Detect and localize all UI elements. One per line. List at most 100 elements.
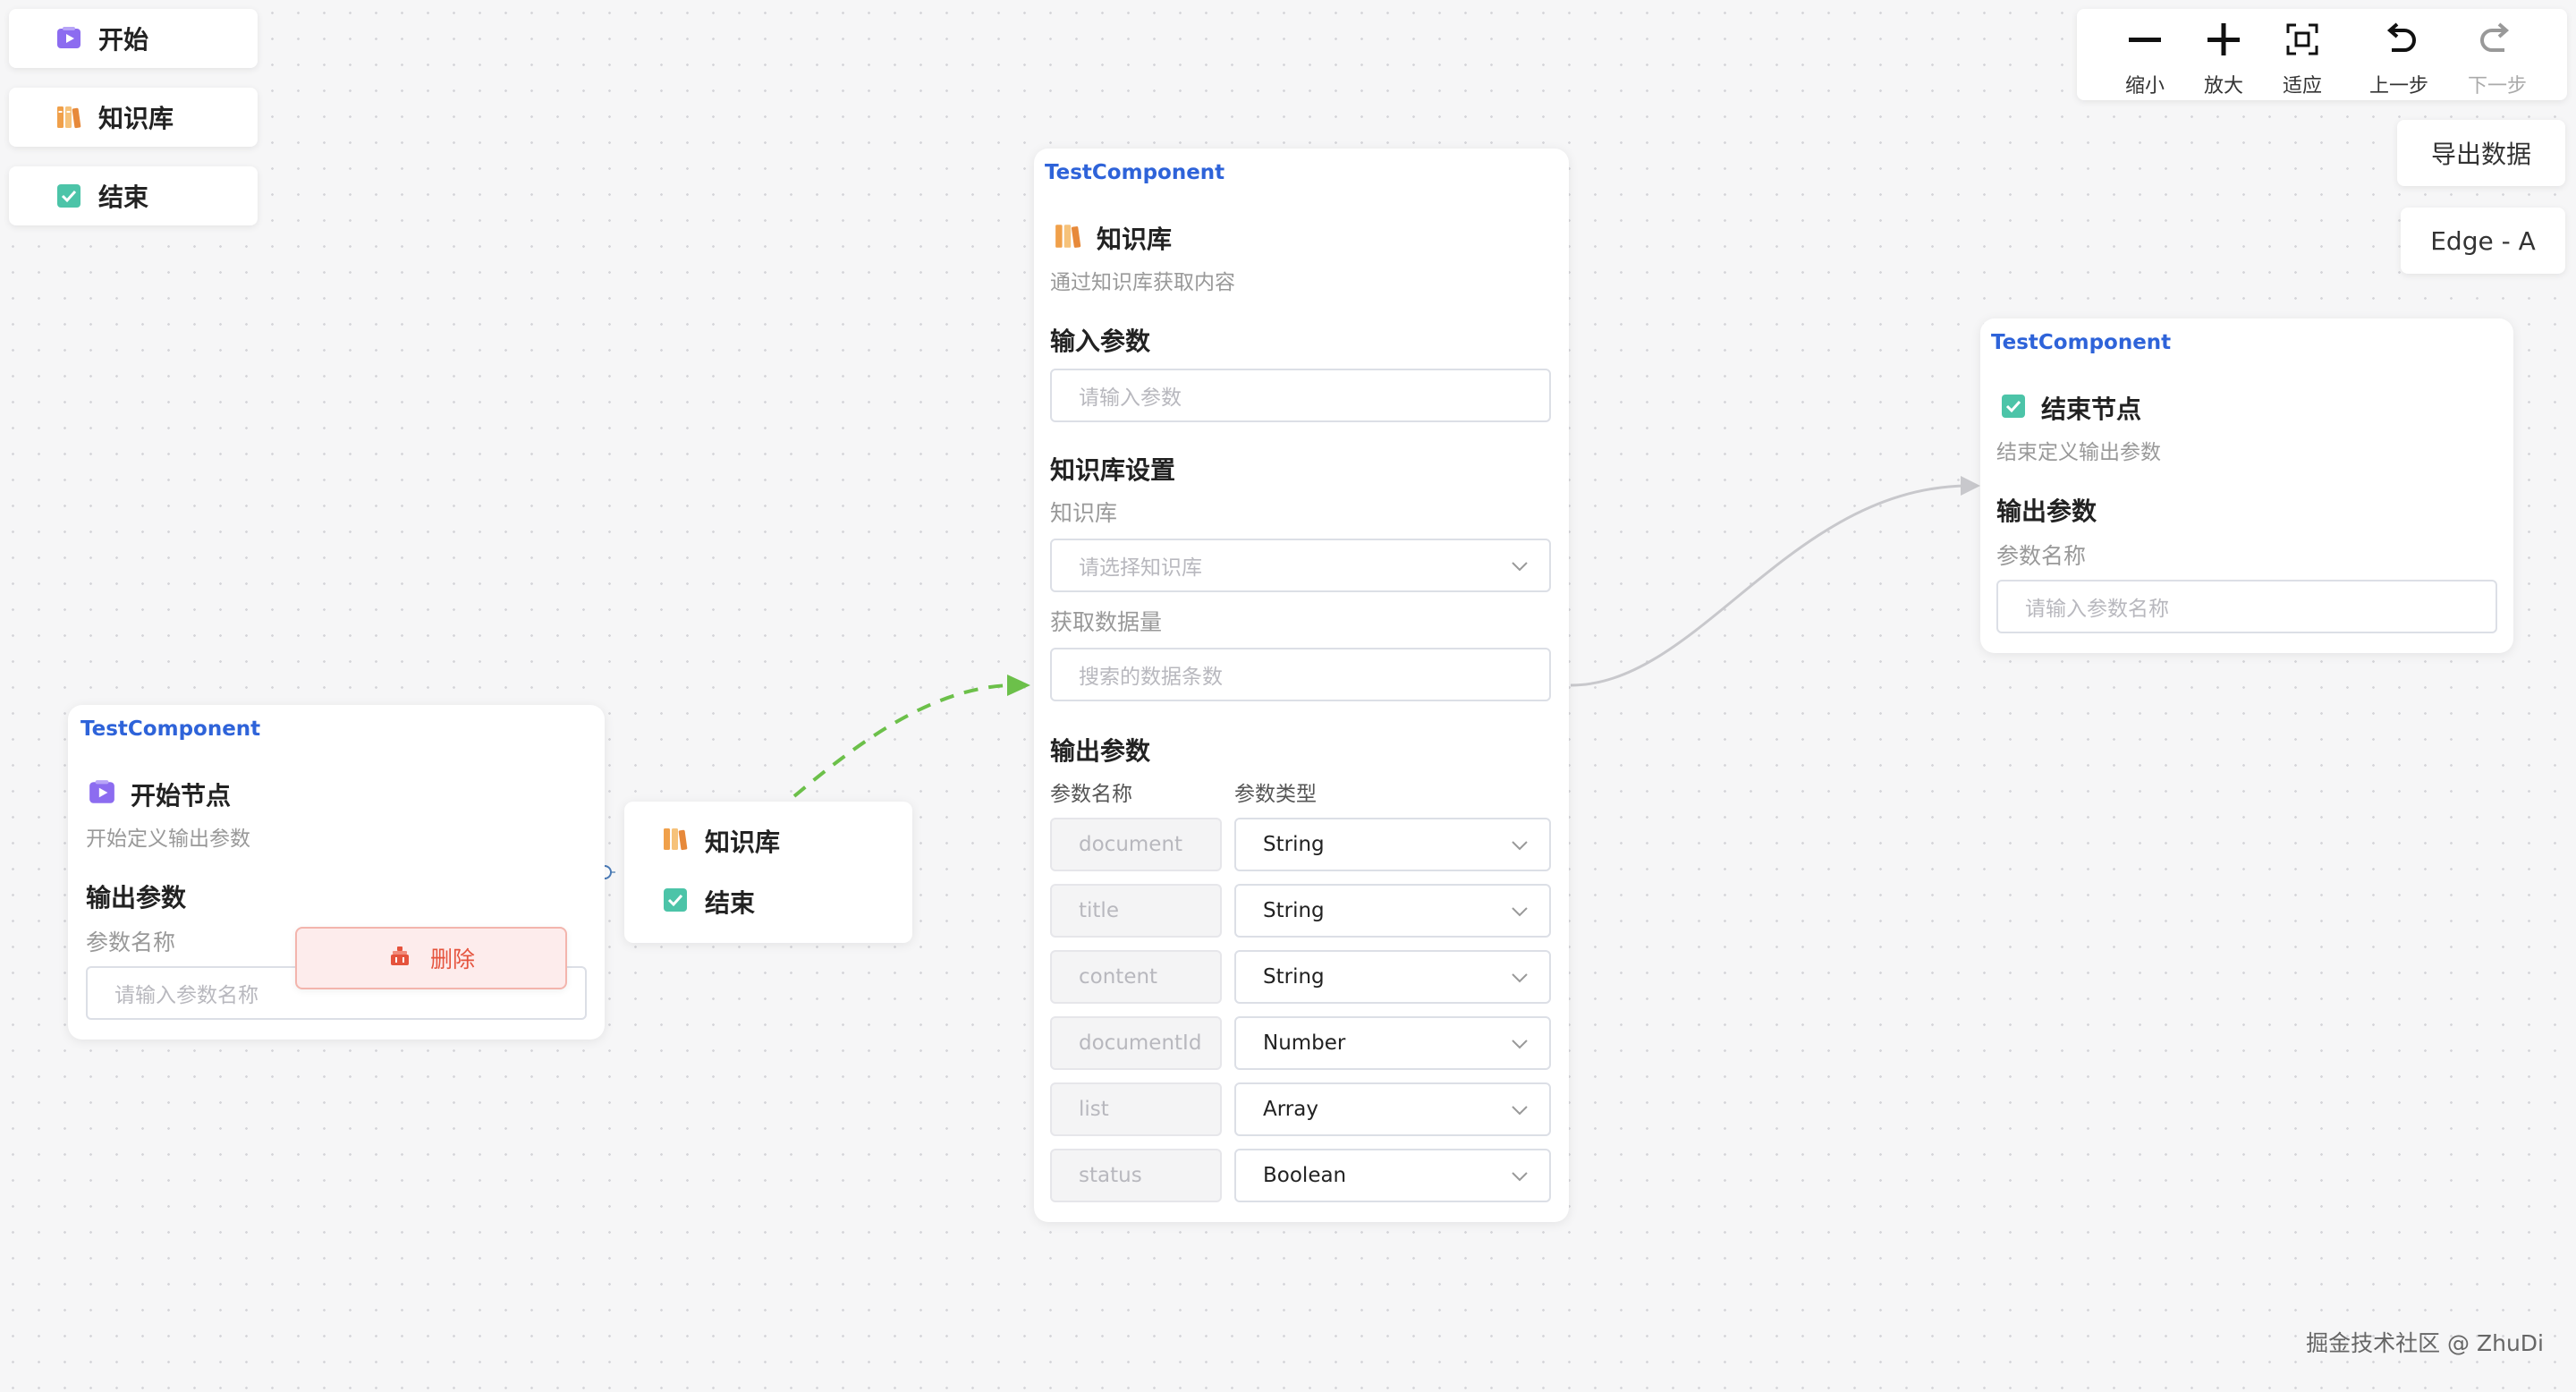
section-heading: 输出参数 xyxy=(1996,497,2097,526)
fit-view-icon xyxy=(2284,21,2320,57)
settings-section-heading: 知识库设置 xyxy=(1050,455,1176,485)
redo-button[interactable]: 下一步 xyxy=(2453,9,2542,100)
delete-label: 删除 xyxy=(429,946,475,972)
section-heading: 输出参数 xyxy=(86,883,187,912)
param-type-select[interactable]: String xyxy=(1234,818,1551,871)
zoom-out-label: 缩小 xyxy=(2124,75,2165,98)
watermark: 掘金技术社区 @ ZhuDi xyxy=(2306,1330,2544,1356)
count-label: 获取数据量 xyxy=(1050,609,1163,635)
component-title: TestComponent xyxy=(80,717,261,741)
count-input[interactable]: 搜索的数据条数 xyxy=(1050,648,1551,701)
undo-label: 上一步 xyxy=(2368,75,2428,98)
chevron-down-icon xyxy=(1510,836,1530,861)
param-type-select[interactable]: String xyxy=(1234,884,1551,938)
end-icon xyxy=(2000,393,2027,423)
edge-arrowhead-grey xyxy=(1961,476,1980,496)
input-param-field[interactable]: 请输入参数 xyxy=(1050,369,1551,422)
plus-icon xyxy=(2206,21,2241,57)
palette-item-label: 知识库 xyxy=(98,104,174,133)
start-icon xyxy=(88,778,116,811)
edge-a-button[interactable]: Edge - A xyxy=(2401,208,2565,274)
knowledge-node[interactable]: TestComponent 知识库 通过知识库获取内容 输入参数 请输入参数 知… xyxy=(1034,149,1569,1222)
kb-select[interactable]: 请选择知识库 xyxy=(1050,539,1551,592)
param-name-field[interactable]: list xyxy=(1050,1082,1222,1136)
menu-item-end[interactable]: 结束 xyxy=(624,875,912,929)
add-node-menu: 知识库 结束 xyxy=(624,802,912,943)
param-name-field[interactable]: document xyxy=(1050,818,1222,871)
chevron-down-icon xyxy=(1510,1167,1530,1192)
param-type-value: Number xyxy=(1263,1031,1346,1055)
param-name-input[interactable]: 请输入参数名称 xyxy=(1996,580,2497,633)
chevron-down-icon xyxy=(1510,556,1530,581)
knowledge-icon xyxy=(55,104,82,131)
start-icon xyxy=(55,25,82,52)
kb-label: 知识库 xyxy=(1050,500,1118,526)
column-header-name: 参数名称 xyxy=(1050,783,1132,806)
chevron-down-icon xyxy=(1510,968,1530,993)
param-type-select[interactable]: Boolean xyxy=(1234,1149,1551,1202)
end-node[interactable]: TestComponent 结束节点 结束定义输出参数 输出参数 参数名称 请输… xyxy=(1980,318,2513,653)
edge-knowledge-to-end[interactable] xyxy=(1570,484,1969,687)
param-name-field[interactable]: title xyxy=(1050,884,1222,938)
start-node[interactable]: TestComponent 开始节点 开始定义输出参数 输出参数 参数名称 请输… xyxy=(68,705,605,1040)
kb-select-placeholder: 请选择知识库 xyxy=(1079,556,1202,580)
zoom-in-button[interactable]: 放大 xyxy=(2188,9,2259,100)
fit-view-label: 适应 xyxy=(2282,75,2322,98)
component-title: TestComponent xyxy=(1045,161,1225,184)
redo-label: 下一步 xyxy=(2467,75,2527,98)
param-name-field[interactable]: documentId xyxy=(1050,1016,1222,1070)
menu-item-knowledge[interactable]: 知识库 xyxy=(624,814,912,868)
delete-icon xyxy=(387,944,412,972)
chevron-down-icon xyxy=(1510,1034,1530,1059)
node-header: 开始节点 xyxy=(88,777,231,812)
redo-icon xyxy=(2479,21,2515,57)
node-title: 知识库 xyxy=(1097,225,1173,254)
node-description: 开始定义输出参数 xyxy=(86,828,250,851)
edge-arrowhead-green xyxy=(1007,675,1030,696)
node-header: 知识库 xyxy=(1054,220,1172,256)
param-type-value: Array xyxy=(1263,1098,1318,1121)
undo-button[interactable]: 上一步 xyxy=(2354,9,2444,100)
column-header-type: 参数类型 xyxy=(1234,783,1317,806)
output-section-heading: 输出参数 xyxy=(1050,736,1151,766)
chevron-down-icon xyxy=(1510,902,1530,927)
zoom-in-label: 放大 xyxy=(2203,75,2243,98)
param-type-value: String xyxy=(1263,833,1325,856)
field-label: 参数名称 xyxy=(1996,543,2087,569)
palette-item-label: 开始 xyxy=(98,25,149,55)
param-type-value: String xyxy=(1263,965,1325,989)
node-description: 通过知识库获取内容 xyxy=(1050,271,1235,294)
delete-button[interactable]: 删除 xyxy=(295,927,567,989)
palette-item-end[interactable]: 结束 xyxy=(9,166,258,225)
chevron-down-icon xyxy=(1510,1100,1530,1125)
component-title: TestComponent xyxy=(1991,331,2172,354)
zoom-out-button[interactable]: 缩小 xyxy=(2109,9,2181,100)
palette-item-start[interactable]: 开始 xyxy=(9,9,258,68)
export-data-button[interactable]: 导出数据 xyxy=(2397,120,2565,186)
field-label: 参数名称 xyxy=(86,929,176,955)
param-type-select[interactable]: String xyxy=(1234,950,1551,1004)
input-section-heading: 输入参数 xyxy=(1050,327,1151,356)
end-icon xyxy=(662,887,689,917)
fit-view-button[interactable]: 适应 xyxy=(2267,9,2338,100)
palette-item-label: 结束 xyxy=(98,182,149,212)
menu-item-label: 结束 xyxy=(705,888,756,918)
param-name-field[interactable]: status xyxy=(1050,1149,1222,1202)
param-name-field[interactable]: content xyxy=(1050,950,1222,1004)
param-type-select[interactable]: Array xyxy=(1234,1082,1551,1136)
node-title: 结束节点 xyxy=(2041,395,2142,424)
palette-item-knowledge[interactable]: 知识库 xyxy=(9,88,258,147)
node-header: 结束节点 xyxy=(2000,390,2141,426)
node-description: 结束定义输出参数 xyxy=(1996,441,2161,464)
param-type-value: String xyxy=(1263,899,1325,922)
node-title: 开始节点 xyxy=(131,781,232,811)
param-type-select[interactable]: Number xyxy=(1234,1016,1551,1070)
menu-item-label: 知识库 xyxy=(705,828,781,857)
param-type-value: Boolean xyxy=(1263,1164,1347,1187)
knowledge-icon xyxy=(662,826,689,856)
end-icon xyxy=(55,182,82,209)
canvas-toolbar: 缩小 放大 适应 上一步 下一步 xyxy=(2077,9,2567,100)
undo-icon xyxy=(2381,21,2417,57)
edge-start-to-knowledge[interactable] xyxy=(792,683,1010,798)
knowledge-icon xyxy=(1054,222,1082,254)
